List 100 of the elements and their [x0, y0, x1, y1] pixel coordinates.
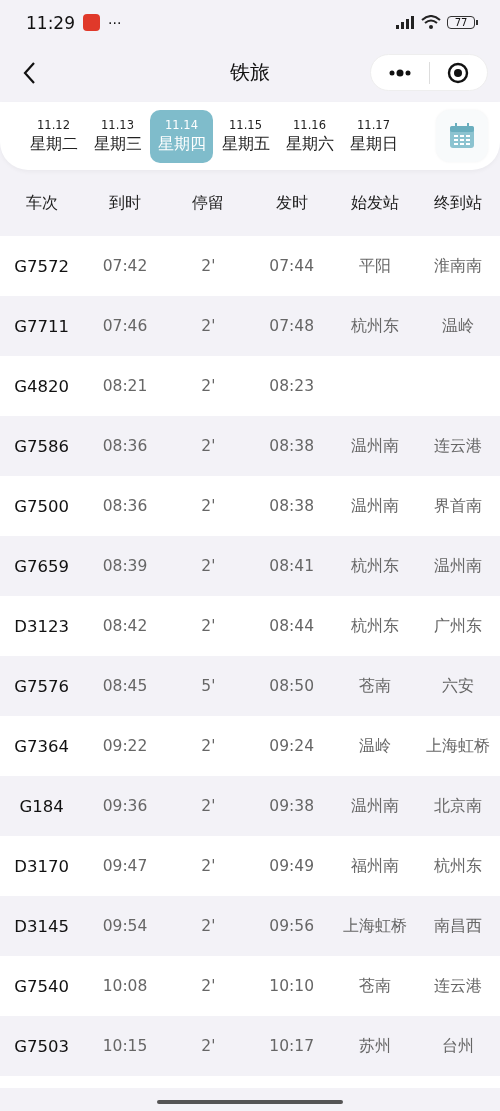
table-cell-text: 杭州东 [350, 315, 400, 337]
table-cell-text: D3145 [13, 916, 70, 936]
table-cell-text: 杭州东 [350, 615, 400, 637]
table-cell-text: 上海虹桥 [425, 735, 492, 757]
table-cell-text: 北京南 [433, 795, 484, 817]
date-tab[interactable]: 11.12 星期二 [22, 109, 85, 163]
table-cell-text: 08:45 [101, 677, 149, 695]
column-header: 车次 [24, 192, 59, 214]
date-tab[interactable]: 11.16 星期六 [278, 109, 341, 163]
table-cell-text: 09:24 [268, 737, 315, 755]
table-cell-text: 08:39 [101, 557, 149, 575]
table-cell-text: 08:50 [268, 677, 315, 695]
table-cell-text: 09:49 [268, 857, 315, 875]
table-cell-text: 连云港 [433, 435, 484, 457]
more-icon [387, 68, 412, 77]
more-notifications: ··· [108, 14, 122, 31]
battery-icon: 77 [447, 16, 478, 29]
table-cell-text: 08:42 [101, 617, 149, 635]
table-cell-text: G7503 [13, 1036, 71, 1056]
table-cell-text: 08:36 [101, 497, 149, 515]
table-cell-text: 广州东 [433, 615, 484, 637]
table-cell-text: 上海虹桥 [342, 915, 408, 937]
table-cell-text: 09:56 [268, 917, 315, 935]
table-cell-text: 苏州 [358, 1035, 392, 1057]
table-cell-text: 苍南 [358, 975, 392, 997]
table-cell-text: 08:23 [268, 377, 315, 395]
table-cell-text: 07:48 [268, 317, 315, 335]
date-tab[interactable]: 11.13 星期三 [86, 109, 149, 163]
column-header: 终到站 [433, 192, 484, 214]
table-cell-text: G7711 [13, 316, 71, 336]
table-cell-text: 2' [200, 557, 217, 575]
table-cell-text: 09:22 [101, 737, 149, 755]
table-cell-text: 2' [200, 317, 217, 335]
table-cell-text: 2' [200, 857, 217, 875]
signal-icon [395, 15, 415, 30]
table-cell-text: G7586 [13, 436, 71, 456]
table-cell-text: 2' [200, 617, 217, 635]
table-cell-text: 09:47 [101, 857, 149, 875]
column-header: 停留 [191, 192, 226, 214]
date-tab[interactable]: 11.17 星期日 [342, 109, 405, 163]
table-cell-text: 09:36 [101, 797, 149, 815]
table-cell-text: 2' [200, 797, 217, 815]
table-cell-text: 08:38 [268, 437, 315, 455]
table-cell-text: 08:44 [268, 617, 315, 635]
table-cell-text: 10:08 [101, 977, 149, 995]
table-cell-text: G7540 [13, 976, 71, 996]
table-cell-text: D3123 [13, 616, 70, 636]
table-cell-text: 08:41 [268, 557, 315, 575]
table-cell-text: 连云港 [433, 975, 484, 997]
table-cell-text: 2' [200, 737, 217, 755]
table-cell-text: 07:42 [101, 257, 149, 275]
table-cell-text: 杭州东 [350, 555, 400, 577]
table-cell-text: 2' [200, 377, 217, 395]
table-cell-text: G7500 [13, 496, 71, 516]
column-header: 到时 [108, 192, 142, 214]
status-time: 11:29 [26, 12, 75, 33]
table-cell-text: 温州南 [350, 435, 400, 457]
table-cell-text: 10:15 [101, 1037, 149, 1055]
table-cell-text: G7364 [13, 736, 71, 756]
column-header: 始发站 [350, 192, 400, 214]
column-header: 发时 [274, 192, 309, 214]
table-cell-text: 温州南 [350, 495, 400, 517]
table-cell-text: 08:36 [101, 437, 149, 455]
table-cell-text: 10:17 [268, 1037, 315, 1055]
table-cell-text: 温州南 [433, 555, 484, 577]
table-cell-text: 台州 [441, 1035, 476, 1057]
table-cell-text: 09:54 [101, 917, 149, 935]
table-cell-text: 2' [200, 977, 217, 995]
table-cell-text: 杭州东 [433, 855, 484, 877]
table-cell-text: G184 [18, 796, 65, 816]
wifi-icon [421, 15, 441, 30]
table-cell-text: 2' [200, 257, 217, 275]
table-cell-text: 温岭 [441, 315, 476, 337]
target-icon [447, 61, 470, 84]
table-cell-text: G4820 [13, 376, 71, 396]
back-icon [22, 60, 36, 85]
table-cell-text: 2' [200, 497, 217, 515]
table-cell-text: 5' [200, 677, 217, 695]
table-cell-text: 淮南南 [433, 255, 484, 277]
table-cell-text: 2' [200, 1037, 217, 1055]
date-tab[interactable]: 11.15 星期五 [214, 109, 277, 163]
page-title: 铁旅 [230, 59, 270, 86]
table-cell-text: 08:38 [268, 497, 315, 515]
table-cell-text: 09:38 [268, 797, 315, 815]
calendar-icon [449, 123, 475, 149]
table-cell-text: 08:21 [101, 377, 149, 395]
table-cell-text: 07:46 [101, 317, 149, 335]
table-cell-text: D3170 [13, 856, 70, 876]
table-cell-text: 苍南 [358, 675, 392, 697]
table-cell-text: 界首南 [433, 495, 484, 517]
table-cell-text: 六安 [441, 675, 476, 697]
table-cell-text: 温州南 [350, 795, 400, 817]
table-cell-text: 2' [200, 917, 217, 935]
table-cell-text: 2' [200, 437, 217, 455]
table-cell-text: 10:10 [268, 977, 315, 995]
table-cell-text: 平阳 [358, 255, 392, 277]
table-cell-text: 南昌西 [433, 915, 484, 937]
app-icon [83, 14, 100, 31]
table-cell-text: 07:44 [268, 257, 315, 275]
table-cell-text: G7572 [13, 256, 71, 276]
